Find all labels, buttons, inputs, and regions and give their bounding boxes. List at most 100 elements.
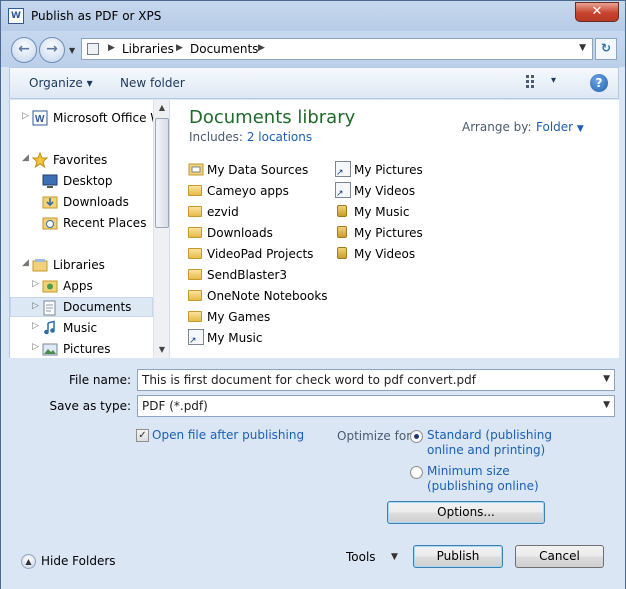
breadcrumb-arrow-icon[interactable]: ▶ xyxy=(176,43,183,53)
nav-item-microsoft-office[interactable]: ▷ W Microsoft Office W xyxy=(10,108,153,128)
nav-item-label: Libraries xyxy=(53,258,105,272)
minimum-size-radio[interactable] xyxy=(410,466,423,479)
file-name-input[interactable]: This is first document for check word to… xyxy=(137,369,615,391)
data-sources-folder-icon xyxy=(188,163,204,176)
forward-button[interactable]: → xyxy=(39,37,65,63)
nav-scrollbar[interactable]: ▲ ▼ xyxy=(153,100,170,358)
save-type-value: PDF (*.pdf) xyxy=(142,399,208,413)
organize-button[interactable]: Organize ▾ xyxy=(29,76,93,90)
file-item[interactable]: My Pictures xyxy=(335,223,480,243)
chevron-down-icon[interactable]: ▼ xyxy=(603,400,610,410)
tools-dropdown-icon[interactable]: ▼ xyxy=(391,552,398,562)
nav-item-pictures[interactable]: ▷ Pictures xyxy=(10,339,153,359)
file-label: My Videos xyxy=(354,184,416,198)
nav-item-downloads[interactable]: Downloads xyxy=(10,192,153,212)
scroll-up-icon[interactable]: ▲ xyxy=(154,100,170,116)
file-item[interactable]: Downloads xyxy=(188,223,333,243)
scroll-down-icon[interactable]: ▼ xyxy=(154,342,170,358)
file-item[interactable]: Cameyo apps xyxy=(188,181,333,201)
breadcrumb-arrow-icon[interactable]: ▶ xyxy=(108,43,115,53)
save-type-select[interactable]: PDF (*.pdf) ▼ xyxy=(137,395,615,417)
tools-button[interactable]: Tools xyxy=(346,550,376,564)
lock-icon xyxy=(337,247,347,259)
new-folder-button[interactable]: New folder xyxy=(120,76,185,90)
address-row: ← → ▼ ▶ Libraries ▶ Documents ▶ ▼ ↻ xyxy=(1,31,625,67)
file-item[interactable]: ezvid xyxy=(188,202,333,222)
star-icon xyxy=(32,152,48,168)
file-item[interactable]: My Videos xyxy=(335,181,480,201)
nav-item-documents[interactable]: ▷ Documents xyxy=(10,297,153,317)
open-after-label[interactable]: Open file after publishing xyxy=(152,428,304,443)
standard-line1: Standard (publishing xyxy=(427,428,553,442)
breadcrumb-documents[interactable]: Documents xyxy=(190,42,258,56)
folder-icon xyxy=(188,206,202,217)
folder-icon xyxy=(188,290,202,301)
open-after-checkbox[interactable]: ✓ xyxy=(136,429,149,442)
views-dropdown-icon[interactable]: ▾ xyxy=(551,75,556,86)
standard-option-label[interactable]: Standard (publishing online and printing… xyxy=(427,428,552,458)
file-item[interactable]: My Music xyxy=(335,202,480,222)
title-bar: W Publish as PDF or XPS ✕ xyxy=(1,1,625,31)
lock-icon xyxy=(337,205,347,217)
address-dropdown-icon[interactable]: ▼ xyxy=(579,43,586,53)
file-item[interactable]: My Games xyxy=(188,307,333,327)
close-button[interactable]: ✕ xyxy=(575,2,619,22)
expanded-arrow-icon[interactable]: ◢ xyxy=(22,258,29,268)
minimum-line1: Minimum size xyxy=(427,464,510,478)
file-item[interactable]: My Videos xyxy=(335,244,480,264)
optimize-for-label: Optimize for: xyxy=(337,429,415,443)
file-label: My Pictures xyxy=(354,226,423,240)
file-item[interactable]: OneNote Notebooks xyxy=(188,286,333,306)
breadcrumb-libraries[interactable]: Libraries xyxy=(122,42,174,56)
locations-link[interactable]: 2 locations xyxy=(247,130,312,144)
nav-item-label: Microsoft Office W xyxy=(53,111,153,125)
file-label: My Data Sources xyxy=(207,163,309,177)
options-button[interactable]: Options... xyxy=(387,501,545,524)
shortcut-icon xyxy=(188,329,204,346)
nav-item-desktop[interactable]: Desktop xyxy=(10,171,153,191)
back-button[interactable]: ← xyxy=(11,37,37,63)
expanded-arrow-icon[interactable]: ◢ xyxy=(22,153,29,163)
nav-item-label: Favorites xyxy=(53,153,108,167)
scroll-thumb[interactable] xyxy=(155,118,169,228)
file-label: VideoPad Projects xyxy=(207,247,314,261)
address-bar[interactable]: ▶ Libraries ▶ Documents ▶ ▼ xyxy=(81,38,593,60)
downloads-folder-icon xyxy=(42,196,58,209)
expand-arrow-icon[interactable]: ▷ xyxy=(32,321,39,331)
refresh-button[interactable]: ↻ xyxy=(595,38,617,60)
standard-radio[interactable] xyxy=(410,430,423,443)
cancel-button[interactable]: Cancel xyxy=(515,545,604,568)
expand-arrow-icon[interactable]: ▷ xyxy=(32,342,39,352)
expand-arrow-icon[interactable]: ▷ xyxy=(32,301,39,311)
chevron-down-icon[interactable]: ▼ xyxy=(603,374,610,384)
expand-arrow-icon[interactable]: ▷ xyxy=(22,111,29,121)
expand-arrow-icon[interactable]: ▷ xyxy=(32,279,39,289)
folder-icon xyxy=(188,311,202,322)
publish-button[interactable]: Publish xyxy=(413,545,503,568)
help-icon[interactable]: ? xyxy=(590,74,608,92)
nav-item-favorites[interactable]: ◢ Favorites xyxy=(10,150,153,170)
arrange-by-value: Folder xyxy=(536,120,574,134)
file-item[interactable]: My Data Sources xyxy=(188,160,333,180)
file-item[interactable]: My Music xyxy=(188,328,333,348)
breadcrumb-arrow-icon[interactable]: ▶ xyxy=(258,43,265,53)
file-item[interactable]: SendBlaster3 xyxy=(188,265,333,285)
file-item[interactable]: VideoPad Projects xyxy=(188,244,333,264)
nav-item-libraries[interactable]: ◢ Libraries xyxy=(10,255,153,275)
publish-dialog: W Publish as PDF or XPS ✕ ← → ▼ ▶ Librar… xyxy=(0,0,626,589)
arrange-by-dropdown[interactable]: Folder ▼ xyxy=(536,120,584,134)
minimum-option-label[interactable]: Minimum size (publishing online) xyxy=(427,464,539,494)
arrange-by-label: Arrange by: xyxy=(462,120,532,134)
nav-item-music[interactable]: ▷ Music xyxy=(10,318,153,338)
nav-item-apps[interactable]: ▷ Apps xyxy=(10,276,153,296)
nav-item-label: Downloads xyxy=(63,195,129,209)
hide-folders-button[interactable]: ▲ Hide Folders xyxy=(19,553,129,571)
bottom-panel: File name: This is first document for ch… xyxy=(1,359,625,589)
nav-item-recent-places[interactable]: Recent Places xyxy=(10,213,153,233)
views-icon[interactable] xyxy=(526,74,540,88)
navigation-pane: ▷ W Microsoft Office W ◢ Favorites Deskt… xyxy=(9,100,170,359)
toolbar: Organize ▾ New folder ▾ ? xyxy=(9,67,619,99)
minimum-line2: (publishing online) xyxy=(427,479,539,493)
file-item[interactable]: My Pictures xyxy=(335,160,480,180)
recent-pages-dropdown-icon[interactable]: ▼ xyxy=(69,46,77,55)
